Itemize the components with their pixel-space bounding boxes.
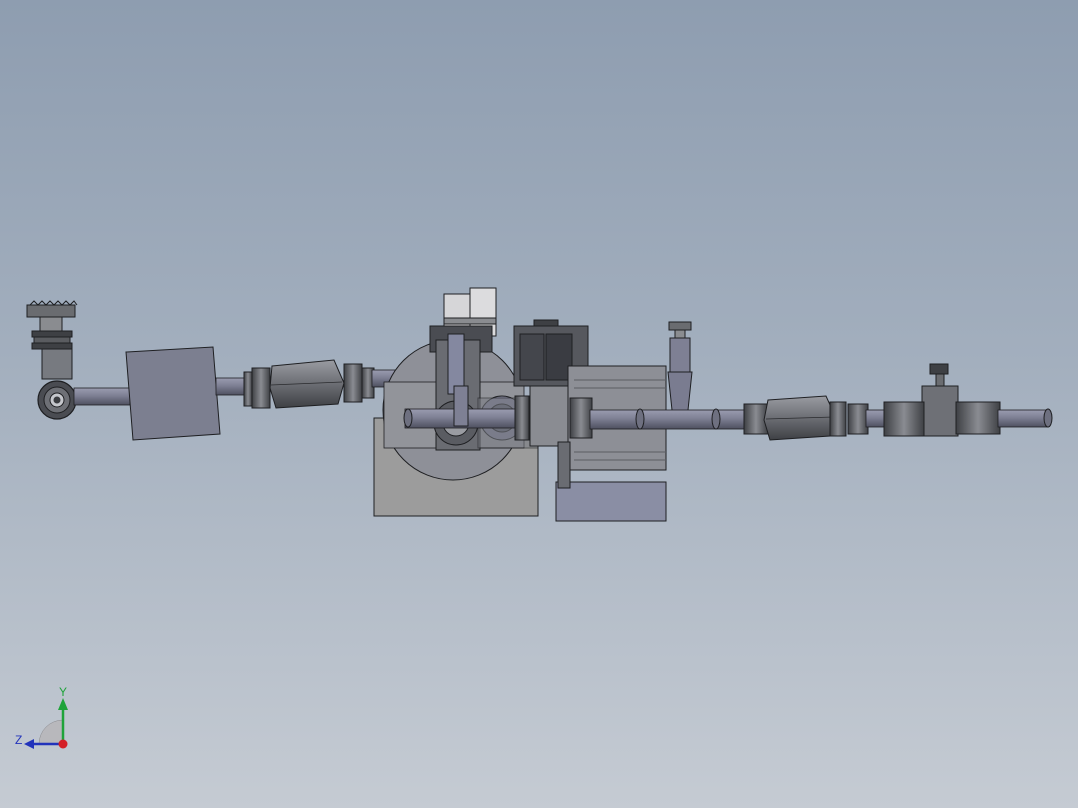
triad-y-label: Y: [59, 685, 67, 699]
pressure-gauge-stem[interactable]: [667, 321, 693, 417]
hex-coupling-left[interactable]: [243, 359, 375, 409]
pipe-segment[interactable]: [865, 409, 887, 428]
triad-plane-arc: [38, 719, 64, 745]
pipe-assembly-model[interactable]: [0, 0, 1078, 808]
main-pipe[interactable]: [589, 409, 751, 430]
hex-coupling-right[interactable]: [743, 395, 869, 441]
outlet-pipe[interactable]: [997, 409, 1049, 428]
gate-valve[interactable]: [26, 300, 78, 420]
pipe-segment[interactable]: [73, 387, 131, 406]
valve-handwheel[interactable]: [26, 304, 76, 318]
check-valve[interactable]: [883, 363, 1001, 437]
triad-x-axis: [58, 739, 68, 749]
filter-block[interactable]: [125, 346, 221, 441]
graphics-viewport[interactable]: Y Z: [0, 0, 1078, 808]
motor-base: [555, 481, 667, 522]
view-orientation-triad[interactable]: Y Z: [10, 685, 80, 755]
motor-body[interactable]: [555, 365, 667, 522]
triad-z-label: Z: [15, 733, 22, 747]
pipe-segment[interactable]: [215, 377, 249, 396]
